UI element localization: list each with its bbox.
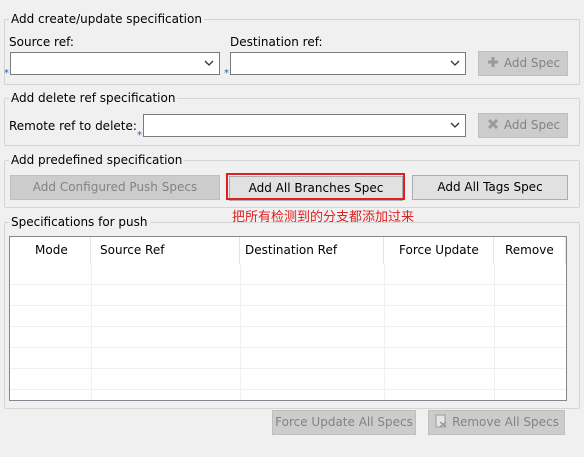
add-delete-spec-button[interactable]: Add Spec <box>478 113 568 138</box>
delete-ref-title: Add delete ref specification <box>9 90 178 106</box>
chevron-down-icon <box>450 60 460 66</box>
add-all-tags-spec-button[interactable]: Add All Tags Spec <box>412 175 568 200</box>
create-update-title: Add create/update specification <box>9 11 204 27</box>
source-required-marker: * <box>4 68 9 79</box>
column-divider <box>494 264 495 400</box>
column-divider <box>384 264 385 400</box>
plus-icon <box>487 57 498 67</box>
add-configured-push-specs-button[interactable]: Add Configured Push Specs <box>10 175 220 200</box>
column-header-mode[interactable]: Mode <box>10 237 91 264</box>
column-header-remove[interactable]: Remove <box>494 237 566 264</box>
column-header-destination-ref[interactable]: Destination Ref <box>240 237 384 264</box>
remove-all-specs-button[interactable]: Remove All Specs <box>428 410 565 435</box>
add-create-spec-label: Add Spec <box>503 56 561 70</box>
remote-required-marker: * <box>137 130 142 141</box>
table-row <box>10 306 566 327</box>
table-row <box>10 327 566 348</box>
chevron-down-icon <box>204 60 214 66</box>
column-header-source-ref[interactable]: Source Ref <box>91 237 240 264</box>
chevron-down-icon <box>450 122 460 128</box>
destination-ref-label: Destination ref: <box>230 35 323 49</box>
table-row <box>10 285 566 306</box>
specs-table[interactable]: Mode Source Ref Destination Ref Force Up… <box>9 236 567 401</box>
destination-ref-combo[interactable] <box>230 52 466 75</box>
remove-document-icon <box>435 414 447 428</box>
table-header: Mode Source Ref Destination Ref Force Up… <box>10 237 566 264</box>
table-row <box>10 348 566 369</box>
table-row <box>10 369 566 390</box>
source-ref-label: Source ref: <box>9 35 74 49</box>
x-icon <box>487 118 498 130</box>
remote-ref-label: Remote ref to delete: <box>9 119 137 133</box>
specs-title: Specifications for push <box>9 214 150 230</box>
force-update-all-specs-button[interactable]: Force Update All Specs <box>272 410 416 435</box>
predefined-title: Add predefined specification <box>9 152 185 168</box>
source-ref-combo[interactable] <box>10 52 220 75</box>
column-divider <box>566 264 567 400</box>
remote-ref-combo[interactable] <box>143 114 466 137</box>
column-divider <box>240 264 241 400</box>
table-row <box>10 264 566 285</box>
add-delete-spec-label: Add Spec <box>503 118 561 132</box>
add-create-spec-button[interactable]: Add Spec <box>478 51 568 76</box>
remove-all-specs-label: Remove All Specs <box>452 415 559 429</box>
column-header-force-update[interactable]: Force Update <box>384 237 494 264</box>
destination-required-marker: * <box>224 68 229 79</box>
annotation-highlight-box <box>226 173 405 200</box>
column-divider <box>91 264 92 400</box>
